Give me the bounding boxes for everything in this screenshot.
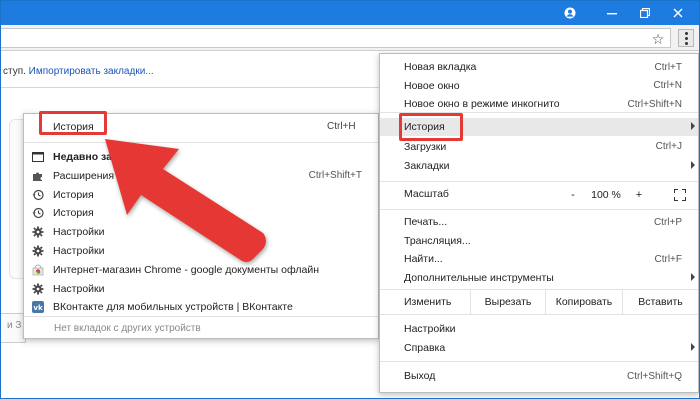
divider [380,361,698,362]
gear-icon [31,244,45,258]
menu-item-shortcut: Ctrl+N [653,80,682,91]
submenu-arrow-icon [691,342,695,351]
zoom-label: Масштаб [404,188,449,200]
browser-window: ☆ ступ. Импортировать закладки... и З Ис… [0,0,700,399]
bookmarks-bar: ступ. Импортировать закладки... [1,52,381,88]
history-list-item[interactable]: Недавно закр [24,148,378,166]
zoom-out-button[interactable]: - [562,189,584,201]
history-item-label: ВКонтакте для мобильных устройств | ВКон… [53,301,293,314]
submenu-arrow-icon [691,161,695,169]
history-item-label: Настройки [53,282,105,295]
browser-toolbar: ☆ [1,25,699,51]
copy-button[interactable]: Копировать [546,290,622,314]
history-list-item[interactable]: Интернет-магазин Chrome - google докумен… [24,261,378,279]
menu-item-group3-2[interactable]: Найти... Ctrl+F [380,250,698,268]
history-item-label: Интернет-магазин Chrome - google докумен… [53,263,320,276]
history-list-item[interactable]: Настройки [24,223,378,241]
menu-item-label: Выход [404,370,436,382]
divider [24,316,378,317]
gear-icon [31,282,45,296]
history-list-item[interactable]: Расширения Ctrl+Shift+T [24,167,378,185]
restore-icon[interactable] [628,1,662,25]
menu-item-label: Закладки [404,160,450,172]
menu-item-label: Трансляция... [404,234,471,247]
menu-item-group3-0[interactable]: Печать... Ctrl+P [380,213,698,231]
menu-item-shortcut: Ctrl+P [653,216,682,228]
no-tabs-text: Нет вкладок с других устройств [54,323,201,334]
divider [24,142,378,143]
submenu-history-shortcut: Ctrl+H [327,121,356,132]
menu-item-shortcut: Ctrl+J [655,141,682,152]
account-icon[interactable] [553,1,587,25]
paste-button[interactable]: Вставить [623,290,698,314]
submenu-arrow-icon [691,272,695,281]
menu-item-group3-1[interactable]: Трансляция... [380,232,698,250]
menu-item-label: Печать... [404,216,448,228]
history-list-item[interactable]: Настройки [24,280,378,298]
cut-button[interactable]: Вырезать [471,290,545,314]
menu-item-label: Найти... [404,253,443,265]
history-list-item[interactable]: История [24,204,378,222]
menu-item-label: Настройки [404,323,456,335]
import-bookmarks-link[interactable]: Импортировать закладки... [29,66,154,77]
kebab-menu-icon[interactable] [678,29,694,47]
divider [380,181,698,182]
star-icon[interactable]: ☆ [649,31,667,47]
menu-item-shortcut: Ctrl+T [654,61,683,73]
menu-item-shortcut: Ctrl+F [654,253,683,265]
highlight-box [39,111,107,135]
puzzle-icon [31,169,45,183]
address-bar[interactable]: ☆ [1,28,671,48]
edit-row: Изменить Вырезать Копировать Вставить [380,289,698,315]
menu-item-shortcut: Ctrl+Shift+Q [626,370,682,382]
menu-item-shortcut: Ctrl+Shift+N [627,98,682,110]
history-item-label: Расширения [53,169,115,182]
svg-text:vk: vk [33,304,43,312]
menu-item-label: Новая вкладка [404,61,477,73]
divider [380,209,698,210]
menu-item-group4-0[interactable]: Настройки [380,320,698,338]
history-item-label: Недавно закр [53,151,124,163]
edit-label: Изменить [404,296,452,308]
submenu-arrow-icon [691,122,695,130]
menu-item-exit[interactable]: Выход Ctrl+Shift+Q [380,367,698,385]
history-list-item[interactable]: vk ВКонтакте для мобильных устройств | ВК… [24,298,378,316]
history-item-label: Настройки [53,245,105,257]
highlight-box [399,113,463,141]
minimize-icon[interactable] [595,1,629,25]
menu-item-group1-1[interactable]: Новое окно Ctrl+N [380,77,698,95]
history-icon [31,188,45,202]
menu-item-label: Дополнительные инструменты [404,271,554,284]
vk-icon: vk [31,300,45,314]
menu-item-group2-2[interactable]: Закладки [380,157,698,175]
menu-item-label: Новое окно в режиме инкогнито [404,98,560,110]
fullscreen-icon[interactable] [674,189,686,201]
history-list-item[interactable]: Настройки [24,242,378,260]
title-bar [1,1,699,25]
zoom-control: - 100 % + [562,183,650,207]
close-icon[interactable] [661,1,695,25]
menu-item-group4-1[interactable]: Справка [380,339,698,357]
menu-item-group1-2[interactable]: Новое окно в режиме инкогнито Ctrl+Shift+… [380,95,698,113]
history-list-item[interactable]: История [24,186,378,204]
gear-icon [31,225,45,239]
menu-item-label: Справка [404,341,446,354]
menu-item-label: Загрузки [404,140,447,153]
history-submenu: История Ctrl+H Недавно закр Расширения Ctr… [23,113,379,339]
folder-icon [31,150,45,164]
menu-item-group3-3[interactable]: Дополнительные инструменты [380,269,698,287]
zoom-in-button[interactable]: + [628,189,650,201]
zoom-row: Масштаб - 100 % + [380,183,698,207]
menu-item-group1-0[interactable]: Новая вкладка Ctrl+T [380,58,698,76]
chrome-main-menu: Новая вкладка Ctrl+T Новое окно Ctrl+N Новое… [379,53,699,393]
history-item-label: История [53,188,94,201]
zoom-value: 100 % [591,189,621,201]
history-item-label: Настройки [53,226,105,239]
menu-item-label: Новое окно [404,79,460,92]
history-item-shortcut: Ctrl+Shift+T [308,170,362,182]
history-icon [31,206,45,220]
bookmarks-bar-text: ступ. [3,66,26,77]
chrome-store-icon [31,263,45,277]
history-item-label: История [53,207,94,220]
